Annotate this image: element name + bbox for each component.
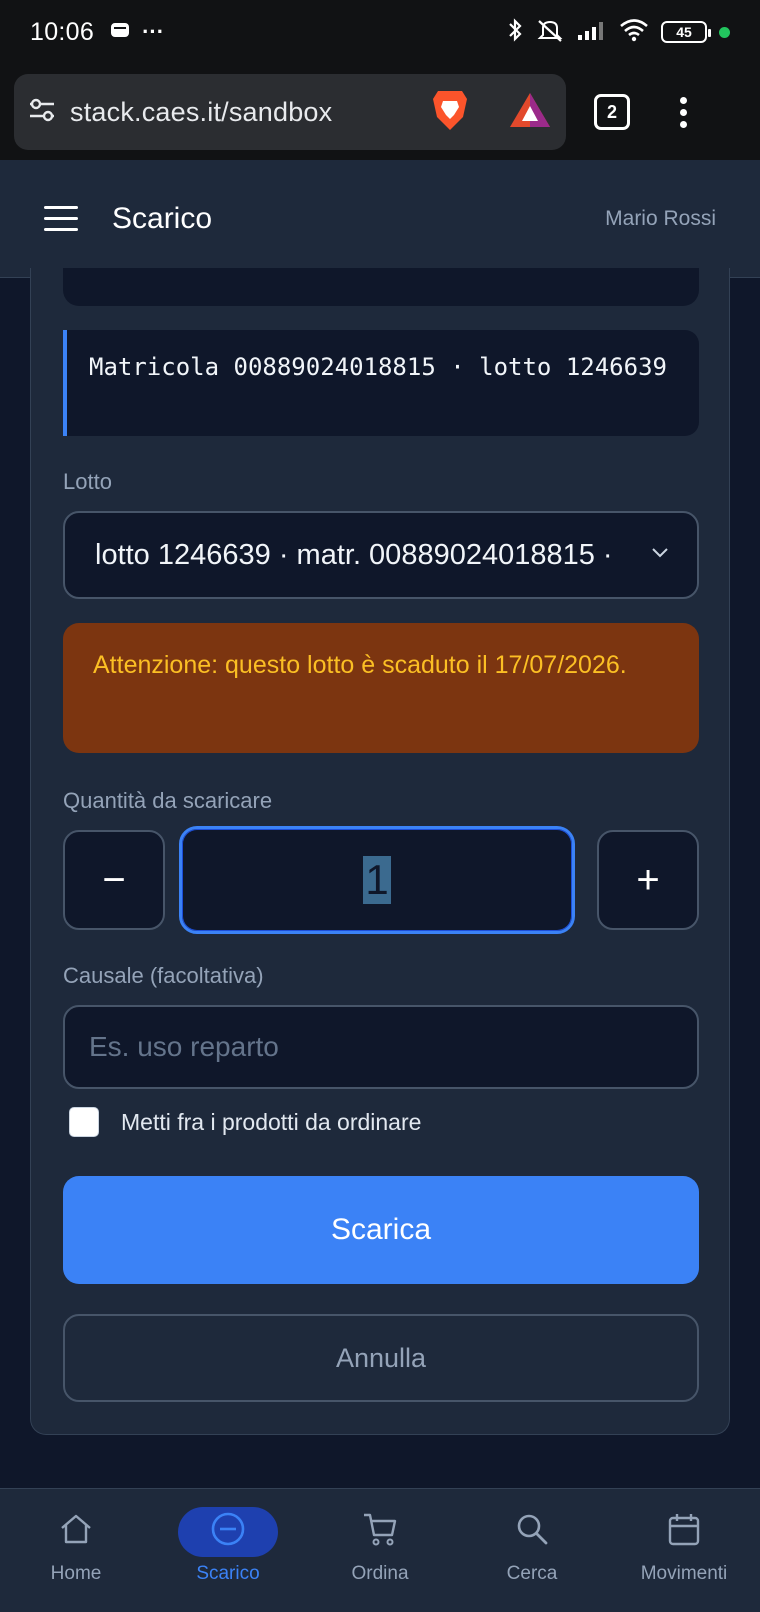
address-bar[interactable]: stack.caes.it/sandbox: [14, 74, 566, 150]
calendar-icon: [667, 1512, 701, 1552]
cart-icon: [362, 1511, 398, 1553]
scarica-button[interactable]: Scarica: [63, 1176, 699, 1284]
causale-input[interactable]: Es. uso reparto: [63, 1005, 699, 1089]
chevron-down-icon: [651, 546, 669, 564]
nav-scarico-label: Scarico: [196, 1563, 260, 1584]
nav-ordina[interactable]: Ordina: [304, 1489, 456, 1612]
page-title: Scarico: [112, 201, 213, 235]
annulla-button[interactable]: Annulla: [63, 1314, 699, 1402]
search-icon: [515, 1512, 549, 1552]
lotto-label: Lotto: [63, 469, 112, 494]
causale-label: Causale (facoltativa): [63, 963, 264, 988]
battery-icon: 45: [661, 21, 711, 43]
status-time: 10:06: [30, 17, 95, 46]
nav-cerca[interactable]: Cerca: [456, 1489, 608, 1612]
nav-home-label: Home: [50, 1563, 102, 1584]
quantity-stepper: − 1 +: [63, 826, 699, 934]
browser-toolbar: stack.caes.it/sandbox 2: [0, 64, 760, 160]
brave-rewards-icon[interactable]: [508, 90, 552, 135]
reorder-checkbox[interactable]: [69, 1107, 99, 1137]
user-name[interactable]: Mario Rossi: [605, 207, 716, 231]
reorder-checkbox-row[interactable]: Metti fra i prodotti da ordinare: [69, 1107, 421, 1137]
home-icon: [59, 1513, 93, 1551]
decrement-button[interactable]: −: [63, 830, 165, 930]
previous-field-remnant: [63, 268, 699, 306]
tab-switcher-button[interactable]: 2: [594, 94, 630, 130]
browser-menu-icon[interactable]: [680, 96, 687, 128]
quantity-value: 1: [363, 856, 391, 904]
nav-movimenti-label: Movimenti: [640, 1563, 728, 1584]
privacy-indicator: [719, 26, 730, 38]
more-notifications-icon: ···: [142, 19, 165, 44]
silent-icon: [535, 17, 565, 48]
hamburger-menu-icon[interactable]: [44, 206, 78, 231]
notification-icon: [110, 21, 130, 44]
nav-scarico[interactable]: Scarico: [152, 1489, 304, 1612]
lotto-select[interactable]: lotto 1246639 · matr. 00889024018815 ·: [63, 511, 699, 599]
status-bar: 10:06 ··· 45: [0, 0, 760, 64]
minus-circle-icon: [210, 1511, 246, 1553]
matricola-info-box: Matricola 00889024018815 · lotto 1246639: [63, 330, 699, 436]
signal-icon: [577, 19, 607, 46]
lotto-select-value: lotto 1246639 · matr. 00889024018815 ·: [95, 538, 613, 571]
nav-cerca-label: Cerca: [506, 1563, 558, 1584]
nav-ordina-label: Ordina: [351, 1563, 409, 1584]
nav-movimenti[interactable]: Movimenti: [608, 1489, 760, 1612]
quantity-label: Quantità da scaricare: [63, 788, 273, 813]
reorder-checkbox-label[interactable]: Metti fra i prodotti da ordinare: [121, 1109, 421, 1136]
expired-lot-warning: Attenzione: questo lotto è scaduto il 17…: [63, 623, 699, 753]
increment-button[interactable]: +: [597, 830, 699, 930]
discharge-form-card: Matricola 00889024018815 · lotto 1246639…: [30, 268, 730, 1435]
site-settings-icon[interactable]: [28, 97, 56, 128]
url-text[interactable]: stack.caes.it/sandbox: [70, 97, 416, 128]
wifi-icon: [619, 18, 649, 47]
app-header: Scarico Mario Rossi: [0, 160, 760, 278]
quantity-input[interactable]: 1: [179, 826, 575, 934]
bluetooth-icon: [507, 17, 523, 48]
brave-shields-icon[interactable]: [430, 87, 470, 138]
bottom-navigation: Home Scarico Ordina Cerca Movimenti: [0, 1488, 760, 1612]
nav-home[interactable]: Home: [0, 1489, 152, 1612]
